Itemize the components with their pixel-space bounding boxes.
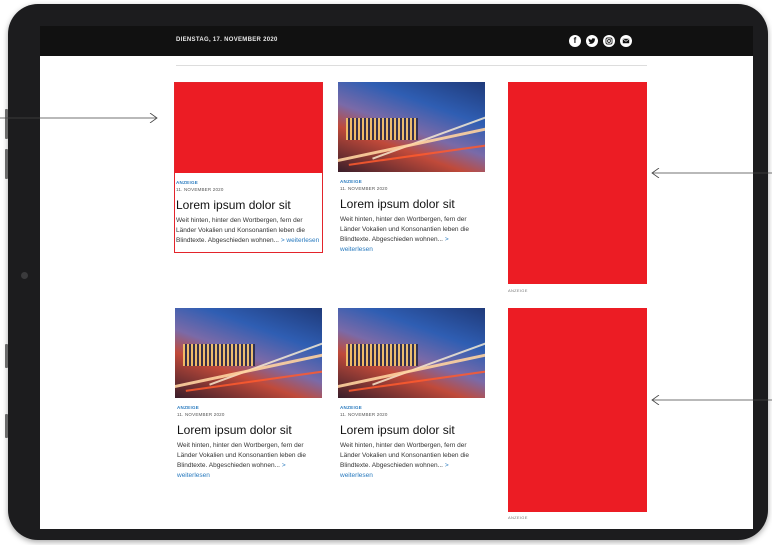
annotation-arrow-left	[651, 395, 772, 405]
article-image[interactable]	[338, 82, 485, 172]
article-date: 11. NOVEMBER 2020	[177, 412, 225, 417]
top-bar: DIENSTAG, 17. NOVEMBER 2020 f	[40, 26, 753, 56]
article-teaser-text: Weit hinten, hinter den Wortbergen, fern…	[177, 442, 307, 469]
ad-banner[interactable]	[508, 82, 647, 284]
article-card[interactable]: ANZEIGE 11. NOVEMBER 2020 Lorem ipsum do…	[174, 82, 323, 253]
header-divider	[176, 65, 647, 66]
article-title[interactable]: Lorem ipsum dolor sit	[340, 423, 483, 437]
side-button	[5, 414, 8, 438]
annotation-arrow-right	[0, 113, 158, 123]
article-date: 11. NOVEMBER 2020	[340, 186, 388, 191]
article-teaser-text: Weit hinten, hinter den Wortbergen, fern…	[340, 216, 470, 243]
ad-label: ANZEIGE	[508, 515, 528, 520]
side-button	[5, 344, 8, 368]
article-teaser: Weit hinten, hinter den Wortbergen, fern…	[340, 215, 483, 255]
camera-icon	[21, 272, 28, 279]
article-tag: ANZEIGE	[176, 180, 199, 185]
facebook-icon[interactable]: f	[569, 35, 581, 47]
twitter-icon[interactable]	[586, 35, 598, 47]
article-card[interactable]: ANZEIGE 11. NOVEMBER 2020 Lorem ipsum do…	[175, 308, 322, 487]
mail-icon[interactable]	[620, 35, 632, 47]
article-image[interactable]	[175, 308, 322, 398]
ad-banner[interactable]	[508, 308, 647, 512]
article-image[interactable]	[175, 83, 322, 173]
article-teaser: Weit hinten, hinter den Wortbergen, fern…	[177, 441, 320, 481]
article-tag: ANZEIGE	[177, 405, 200, 410]
article-card[interactable]: ANZEIGE 11. NOVEMBER 2020 Lorem ipsum do…	[338, 308, 485, 487]
screen: DIENSTAG, 17. NOVEMBER 2020 f ANZEIGE 11…	[40, 26, 753, 529]
article-tag: ANZEIGE	[340, 405, 363, 410]
article-teaser-text: Weit hinten, hinter den Wortbergen, fern…	[340, 442, 470, 469]
article-image[interactable]	[338, 308, 485, 398]
article-title[interactable]: Lorem ipsum dolor sit	[177, 423, 320, 437]
article-date: 11. NOVEMBER 2020	[340, 412, 388, 417]
instagram-icon[interactable]	[603, 35, 615, 47]
tablet-frame: DIENSTAG, 17. NOVEMBER 2020 f ANZEIGE 11…	[5, 4, 768, 540]
ad-label: ANZEIGE	[508, 288, 528, 293]
article-teaser: Weit hinten, hinter den Wortbergen, fern…	[340, 441, 483, 481]
annotation-arrow-left	[651, 168, 772, 178]
article-date: 11. NOVEMBER 2020	[176, 187, 224, 192]
article-teaser: Weit hinten, hinter den Wortbergen, fern…	[176, 216, 320, 246]
article-title[interactable]: Lorem ipsum dolor sit	[176, 198, 320, 212]
article-tag: ANZEIGE	[340, 179, 363, 184]
read-more-link[interactable]: > weiterlesen	[281, 237, 319, 244]
article-card[interactable]: ANZEIGE 11. NOVEMBER 2020 Lorem ipsum do…	[338, 82, 485, 261]
volume-button	[5, 149, 8, 179]
article-title[interactable]: Lorem ipsum dolor sit	[340, 197, 483, 211]
current-date: DIENSTAG, 17. NOVEMBER 2020	[176, 37, 278, 43]
